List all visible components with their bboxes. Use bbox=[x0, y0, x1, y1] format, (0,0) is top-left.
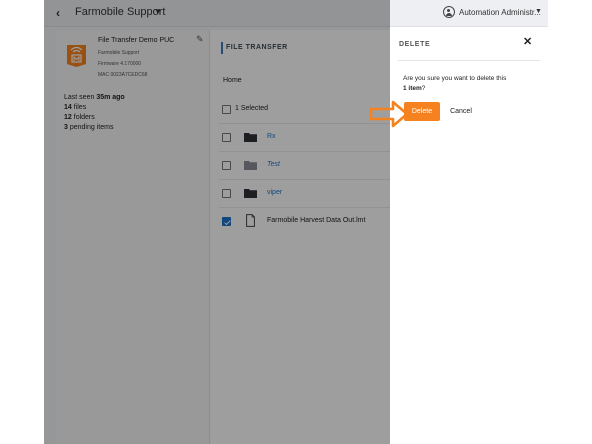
app-window: ‹ Farmobile Support ▼ Automation Adminis… bbox=[44, 0, 548, 444]
user-menu-label[interactable]: Automation Administr... bbox=[459, 8, 541, 17]
user-caret-down-icon[interactable]: ▼ bbox=[535, 8, 542, 15]
user-avatar-icon[interactable] bbox=[443, 6, 455, 18]
dialog-title: DELETE bbox=[399, 41, 431, 48]
pointer-arrow-icon bbox=[369, 100, 409, 128]
confirm-message: Are you sure you want to delete this bbox=[403, 75, 507, 82]
close-icon[interactable]: ✕ bbox=[523, 37, 532, 48]
delete-dialog: DELETE ✕ Are you sure you want to delete… bbox=[390, 27, 548, 444]
cancel-button[interactable]: Cancel bbox=[446, 102, 476, 121]
confirm-count: 1 item? bbox=[403, 85, 426, 92]
dialog-divider bbox=[398, 60, 540, 61]
modal-backdrop[interactable] bbox=[44, 0, 390, 444]
